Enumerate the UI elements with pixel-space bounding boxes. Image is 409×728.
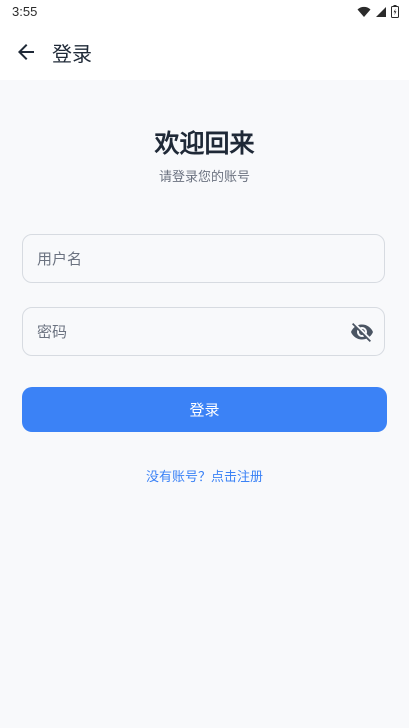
app-bar: 登录 xyxy=(0,24,409,80)
password-field-container xyxy=(22,307,385,356)
username-input[interactable] xyxy=(37,235,337,282)
eye-off-icon[interactable] xyxy=(350,320,374,344)
login-content: 欢迎回来 请登录您的账号 登录 没有账号？点击注册 xyxy=(0,80,409,728)
welcome-title: 欢迎回来 xyxy=(154,129,255,158)
status-icons xyxy=(357,4,399,20)
login-button[interactable]: 登录 xyxy=(22,387,387,432)
wifi-icon xyxy=(357,3,371,22)
app-bar-title: 登录 xyxy=(52,42,92,66)
welcome-subtitle: 请登录您的账号 xyxy=(158,170,250,185)
battery-icon xyxy=(391,3,399,22)
username-field-container xyxy=(22,234,385,283)
status-bar: 3:55 xyxy=(0,0,409,24)
register-link[interactable]: 没有账号？点击注册 xyxy=(0,466,409,485)
arrow-left-icon[interactable] xyxy=(14,40,38,64)
status-time: 3:55 xyxy=(12,4,38,19)
signal-icon xyxy=(375,3,387,22)
password-input[interactable] xyxy=(37,308,337,355)
